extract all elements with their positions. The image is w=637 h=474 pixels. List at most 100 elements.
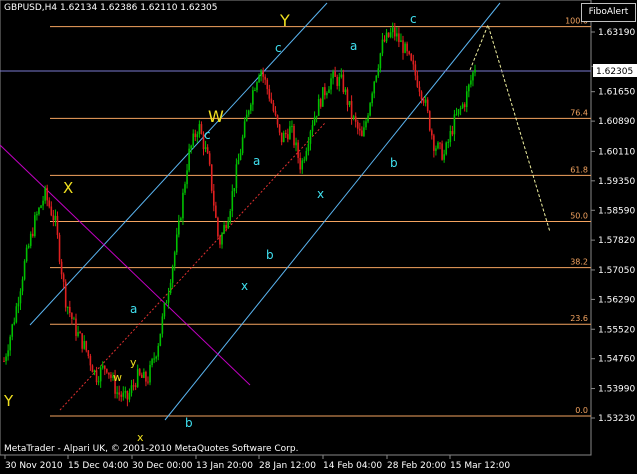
- candle-body: [268, 89, 271, 99]
- candle-body: [198, 124, 201, 135]
- candle-body: [365, 121, 367, 128]
- candle-body: [5, 356, 7, 362]
- candle-body: [416, 75, 419, 87]
- candle-body: [36, 214, 38, 216]
- candle-body: [173, 252, 176, 267]
- candle-body: [188, 148, 190, 171]
- candle-body: [239, 153, 242, 160]
- candle-body: [330, 78, 332, 90]
- candle-body: [103, 365, 106, 369]
- wave-label: w: [113, 371, 122, 384]
- candle-body: [284, 132, 287, 135]
- candle-body: [455, 114, 458, 116]
- candle-body: [410, 53, 413, 61]
- candle-body: [204, 147, 207, 149]
- candle-body: [332, 71, 334, 79]
- candle-body: [334, 71, 336, 77]
- candle-body: [58, 234, 61, 262]
- wave-label: x: [317, 187, 324, 201]
- candle-body: [21, 279, 24, 292]
- x-tick-label: 28 Feb 20:00: [387, 461, 446, 471]
- candle-body: [307, 143, 310, 152]
- candle-body: [180, 218, 182, 221]
- candle-body: [62, 274, 65, 282]
- candle-body: [459, 108, 462, 110]
- candle-body: [319, 99, 322, 107]
- candle-body: [385, 32, 388, 42]
- candle-body: [186, 170, 188, 185]
- candle-body: [470, 80, 472, 85]
- candle-body: [99, 367, 102, 382]
- candle-body: [256, 82, 258, 91]
- candle-body: [348, 101, 351, 105]
- candle-body: [118, 392, 120, 395]
- candle-body: [266, 79, 269, 90]
- candle-body: [50, 206, 53, 216]
- candle-body: [326, 92, 328, 96]
- candle-body: [15, 306, 18, 323]
- candle-body: [147, 381, 149, 383]
- candle-body: [192, 133, 195, 146]
- candle-body: [309, 131, 312, 144]
- candle-body: [182, 192, 184, 219]
- candle-body: [143, 371, 145, 378]
- candle-body: [73, 318, 75, 320]
- x-tick-label: 14 Feb 04:00: [323, 461, 382, 471]
- candle-body: [159, 333, 162, 346]
- candle-body: [120, 394, 123, 397]
- candle-body: [437, 142, 439, 149]
- candle-body: [424, 99, 427, 103]
- candle-body: [231, 191, 234, 212]
- candle-body: [291, 126, 293, 128]
- price-chart[interactable]: 100.076.461.850.038.223.60.0 YWXYwyxccaa…: [0, 0, 637, 474]
- candle-body: [422, 99, 425, 103]
- candle-body: [229, 211, 232, 222]
- fiboalert-button[interactable]: FiboAlert: [581, 3, 636, 22]
- candle-body: [237, 159, 240, 165]
- y-tick-label: 1.58590: [598, 206, 635, 216]
- candle-body: [313, 117, 316, 126]
- x-tick-label: 30 Dec 00:00: [132, 461, 193, 471]
- candle-body: [151, 359, 153, 365]
- candle-body: [69, 306, 71, 313]
- candle-body: [217, 217, 219, 237]
- candle-body: [367, 115, 369, 122]
- candle-body: [340, 74, 343, 77]
- x-tick-label: 28 Jan 12:00: [259, 461, 316, 471]
- candle-body: [457, 109, 460, 115]
- candle-body: [196, 134, 199, 138]
- candle-body: [402, 40, 404, 53]
- candle-body: [260, 71, 262, 76]
- candle-body: [221, 233, 223, 245]
- current-price-label: 1.62305: [596, 67, 633, 77]
- copyright-footer: MetaTrader - Alpari UK, © 2001-2010 Meta…: [4, 444, 299, 454]
- candle-body: [23, 261, 26, 280]
- wave-label: c: [410, 12, 417, 26]
- ohlc-values: 1.62134 1.62386 1.62110 1.62305: [60, 3, 218, 13]
- y-tick-label: 1.57820: [598, 236, 635, 246]
- candle-body: [42, 200, 44, 206]
- candle-body: [301, 160, 304, 170]
- symbol-label: GBPUSD,H4: [4, 3, 58, 13]
- candle-body: [95, 370, 98, 383]
- candle-body: [138, 369, 141, 375]
- candle-body: [44, 187, 46, 201]
- candle-body: [60, 261, 63, 275]
- candle-body: [252, 90, 254, 105]
- candle-body: [7, 350, 9, 357]
- candle-body: [404, 43, 406, 53]
- y-tick-label: 1.57050: [598, 266, 635, 276]
- candle-body: [25, 247, 28, 262]
- candle-body: [97, 381, 100, 383]
- candle-body: [433, 135, 435, 151]
- candle-body: [379, 53, 382, 69]
- candle-body: [93, 370, 96, 373]
- candle-body: [447, 141, 450, 143]
- candle-body: [178, 220, 180, 235]
- candle-body: [254, 90, 256, 92]
- candle-body: [352, 116, 355, 118]
- candle-body: [206, 147, 209, 154]
- candle-body: [346, 89, 349, 105]
- candle-body: [350, 101, 353, 118]
- candle-body: [468, 84, 470, 92]
